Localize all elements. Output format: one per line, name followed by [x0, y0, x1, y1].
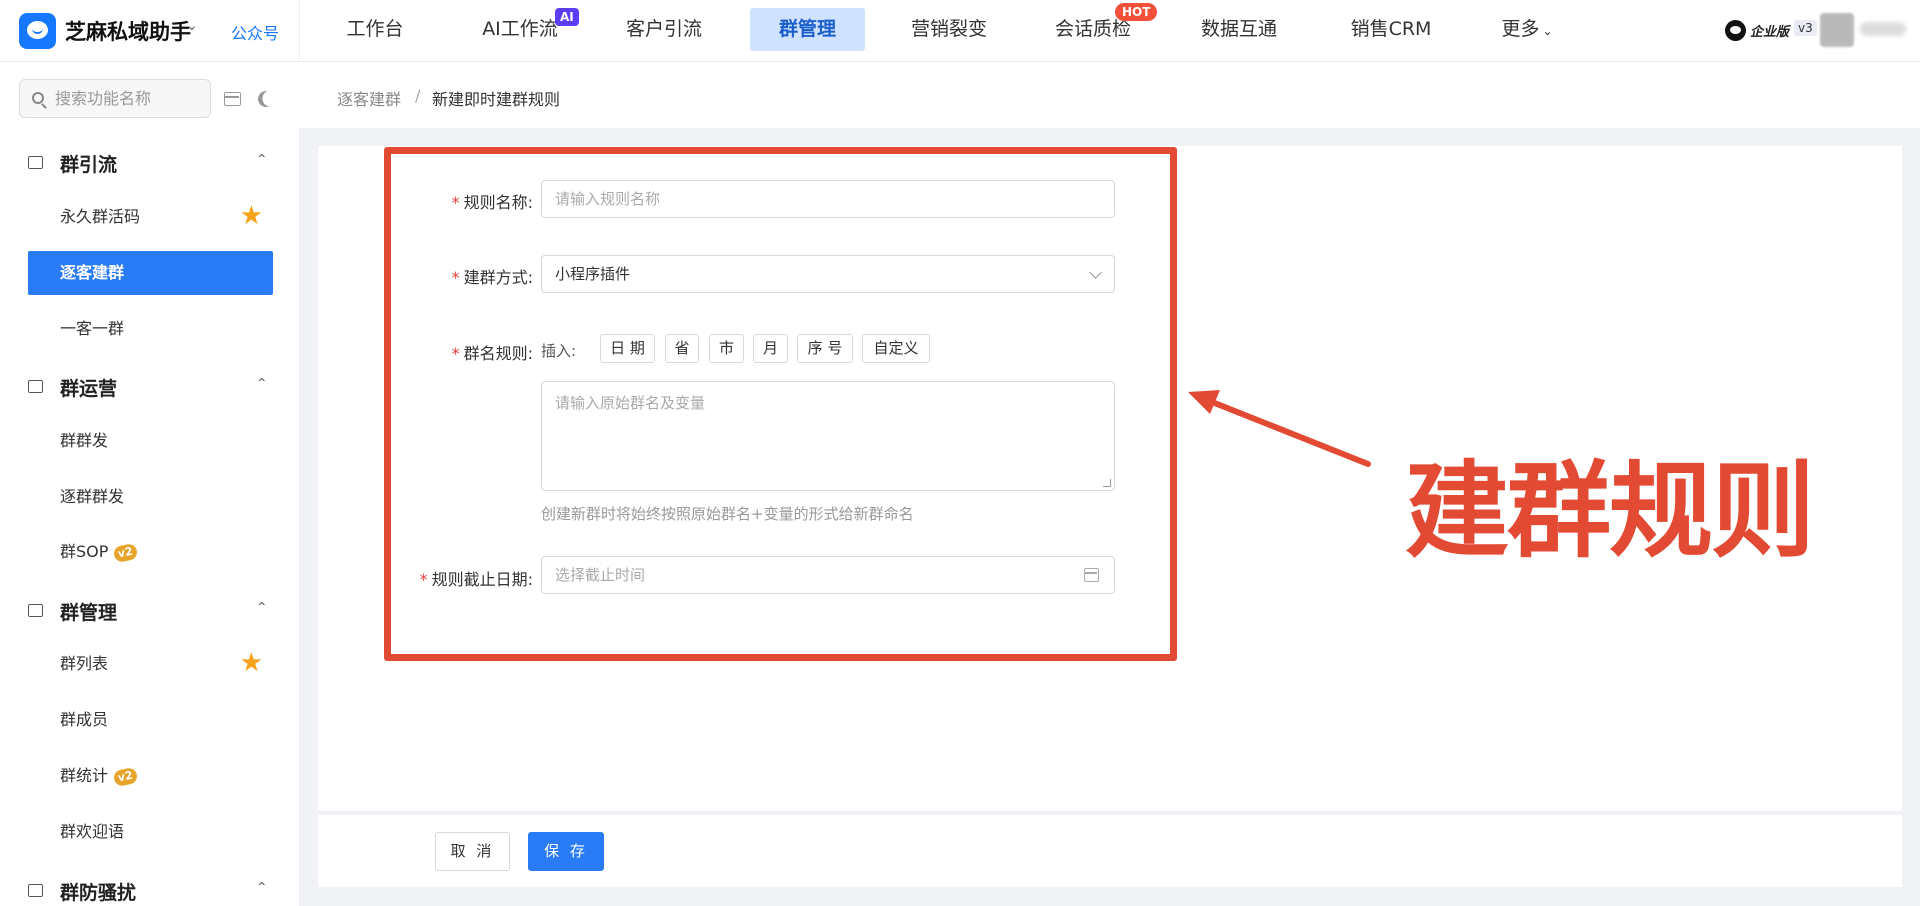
- user-name-blurred[interactable]: [1860, 22, 1906, 36]
- sidebar-item-label: 群统计: [60, 766, 109, 785]
- annotation-highlight-box: [384, 147, 1177, 661]
- v2-badge: v2: [112, 766, 139, 787]
- nav-workbench[interactable]: 工作台: [330, 8, 420, 51]
- breadcrumb-parent[interactable]: 逐客建群: [337, 86, 401, 110]
- search-input[interactable]: 搜索功能名称: [19, 79, 211, 118]
- sidebar-item-permanent-qr[interactable]: 永久群活码 ★: [28, 195, 273, 239]
- sidebar-item-group-stats[interactable]: 群统计 v2: [28, 754, 273, 798]
- sidebar-group-label: 群引流: [60, 154, 118, 176]
- sidebar-item-one-customer-one-group[interactable]: 一客一群: [28, 307, 273, 351]
- sidebar-item-group-members[interactable]: 群成员: [28, 698, 273, 742]
- sidebar-item-label: 永久群活码: [60, 207, 141, 226]
- star-icon[interactable]: ★: [240, 650, 263, 676]
- chevron-up-icon: ⌃: [256, 880, 268, 896]
- v2-badge: v2: [112, 542, 139, 563]
- sidebar-item-label: 群列表: [60, 654, 109, 673]
- sidebar-item-group-sop[interactable]: 群SOP v2: [28, 530, 273, 574]
- cancel-button[interactable]: 取 消: [435, 832, 510, 871]
- shield-icon: [28, 884, 43, 897]
- nav-marketing-fission[interactable]: 营销裂变: [902, 8, 996, 51]
- chevron-up-icon: ⌃: [256, 152, 268, 168]
- sidebar: 搜索功能名称 群引流 ⌃ 永久群活码 ★ 逐客建群 一客一群 群运营 ⌃ 群群发…: [0, 62, 299, 906]
- chevron-down-icon[interactable]: ⌄: [186, 18, 198, 34]
- hot-badge: HOT: [1115, 3, 1158, 21]
- sidebar-group-label: 群运营: [60, 378, 118, 400]
- sidebar-item-per-customer-group[interactable]: 逐客建群: [28, 251, 273, 295]
- nav-more[interactable]: 更多 ⌄: [1492, 8, 1562, 51]
- nav-more-label: 更多: [1501, 18, 1540, 40]
- official-account-link[interactable]: 公众号: [231, 20, 279, 44]
- sidebar-group-operation[interactable]: 群运营 ⌃: [0, 372, 299, 402]
- sidebar-item-group-broadcast[interactable]: 群群发: [28, 419, 273, 463]
- nav-data-interop[interactable]: 数据互通: [1191, 8, 1287, 51]
- sidebar-group-label: 群防骚扰: [60, 882, 137, 904]
- sidebar-group-traffic[interactable]: 群引流 ⌃: [0, 148, 299, 178]
- save-button[interactable]: 保 存: [528, 832, 604, 871]
- star-icon[interactable]: ★: [240, 203, 263, 229]
- nav-divider: [299, 0, 300, 62]
- user-plus-icon: [28, 156, 43, 169]
- chat-icon: [28, 604, 43, 617]
- chevron-up-icon: ⌃: [256, 600, 268, 616]
- sidebar-group-management[interactable]: 群管理 ⌃: [0, 596, 299, 626]
- enterprise-edition-label: 企业版: [1750, 25, 1790, 40]
- version-badge: v3: [1794, 20, 1817, 36]
- sidebar-item-group-list[interactable]: 群列表 ★: [28, 642, 273, 686]
- ai-badge: AI: [555, 8, 579, 26]
- sidebar-item-label: 群SOP: [60, 542, 109, 561]
- nav-group-management[interactable]: 群管理: [750, 8, 865, 51]
- sidebar-item-group-welcome[interactable]: 群欢迎语: [28, 810, 273, 854]
- chevron-up-icon: ⌃: [256, 376, 268, 392]
- brand-logo-icon[interactable]: [19, 13, 56, 49]
- chat-icon: [28, 380, 43, 393]
- breadcrumb-separator: /: [415, 86, 421, 105]
- nav-sales-crm[interactable]: 销售CRM: [1339, 8, 1443, 51]
- brand-name[interactable]: 芝麻私域助手: [65, 16, 191, 46]
- card-icon[interactable]: [224, 92, 241, 106]
- annotation-text: 建群规则: [1405, 450, 1815, 572]
- sidebar-group-anti-harassment[interactable]: 群防骚扰 ⌃: [0, 876, 299, 906]
- sidebar-item-each-group-broadcast[interactable]: 逐群群发: [28, 475, 273, 519]
- search-placeholder: 搜索功能名称: [55, 89, 152, 108]
- nav-customer-traffic[interactable]: 客户引流: [617, 8, 711, 51]
- chevron-down-icon: ⌄: [1542, 24, 1553, 38]
- top-navigation-bar: 芝麻私域助手 ⌄ 公众号 工作台 AI工作流 AI 客户引流 群管理 营销裂变 …: [0, 0, 1920, 62]
- sidebar-group-label: 群管理: [60, 602, 118, 624]
- breadcrumb-current: 新建即时建群规则: [432, 90, 561, 109]
- user-avatar[interactable]: [1820, 13, 1854, 47]
- enterprise-icon: [1725, 20, 1746, 41]
- moon-icon[interactable]: [256, 89, 277, 110]
- search-icon: [32, 92, 44, 104]
- annotation-arrow-icon: [1188, 390, 1371, 467]
